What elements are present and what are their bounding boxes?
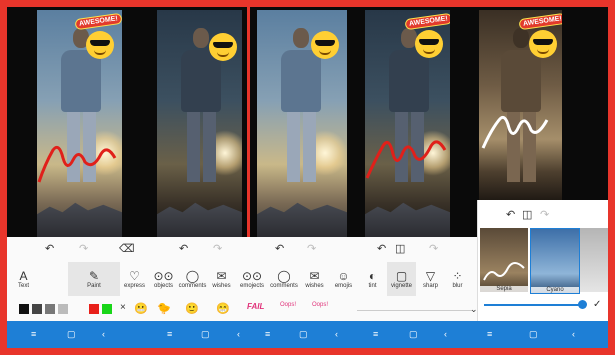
back-icon[interactable]: ‹ (444, 329, 447, 339)
grimace-emoji-sticker[interactable]: 😬 (134, 302, 148, 315)
screenshot-collage: AWESOME! AWESOME! AWESOME! ↶ ↷ ⌫ ↶ ↷ ↶ ↷… (7, 7, 608, 348)
back-icon[interactable]: ‹ (335, 329, 338, 339)
glasses-icon: ⊙⊙ (241, 269, 263, 283)
tool-row: A Text ✎ Paint ♡ express ⊙⊙ objects ◯ co… (7, 262, 470, 296)
color-swatch-lightgray[interactable] (58, 304, 68, 314)
clear-icon[interactable]: ⌫ (119, 242, 135, 255)
undo-icon[interactable]: ↶ (506, 208, 515, 221)
color-swatch-red[interactable] (89, 304, 99, 314)
color-swatch-darkgray[interactable] (32, 304, 42, 314)
redo-icon[interactable]: ↷ (307, 242, 316, 255)
tool-vignette[interactable]: ▢ vignette (387, 262, 416, 296)
chevron-down-icon[interactable]: ⌄ (470, 304, 478, 315)
close-icon[interactable]: × (120, 302, 126, 313)
tool-emojis[interactable]: ☺ emojis (329, 262, 358, 296)
tool-emojects[interactable]: ⊙⊙ emojects (236, 262, 268, 296)
home-icon[interactable]: ▢ (529, 329, 538, 340)
home-icon[interactable]: ▢ (409, 329, 418, 340)
filter-next[interactable] (580, 228, 608, 292)
android-nav-bar: ≡ ▢ ‹ ≡ ▢ ‹ ≡ ▢ ‹ ≡ ▢ ‹ ≡ ▢ ‹ (7, 321, 608, 348)
fail-text-sticker[interactable]: FAIL (247, 302, 264, 311)
tool-blur[interactable]: ⁘ blur (445, 262, 470, 296)
undo-icon[interactable]: ↶ (179, 242, 188, 255)
sunglasses-emoji-sticker[interactable] (311, 31, 339, 59)
card-icon: ✉ (309, 269, 320, 283)
sunglasses-emoji-sticker[interactable] (86, 31, 114, 59)
photo-panel-5-sepia: AWESOME! (479, 10, 562, 200)
undo-icon[interactable]: ↶ (275, 242, 284, 255)
home-icon[interactable]: ▢ (201, 329, 210, 340)
speech-bubble-icon: ◯ (185, 269, 200, 283)
redo-icon[interactable]: ↷ (79, 242, 88, 255)
sunglasses-emoji-sticker[interactable] (209, 33, 237, 61)
smiley-emoji-sticker[interactable]: 🙂 (185, 302, 199, 315)
back-icon[interactable]: ‹ (102, 329, 105, 339)
triangle-icon: ▽ (425, 269, 436, 283)
drop-icon: ◐ (368, 269, 377, 283)
compare-icon[interactable]: ◫ (522, 208, 532, 221)
home-icon[interactable]: ▢ (299, 329, 308, 340)
redo-icon[interactable]: ↷ (429, 242, 438, 255)
tool-paint[interactable]: ✎ Paint (68, 262, 120, 296)
paint-stroke (483, 262, 525, 281)
editor-toolbar: ↶ ↷ ⌫ ↶ ↷ ↶ ↷ ↶ ◫ ↷ A Text ✎ Paint ♡ exp… (7, 237, 477, 321)
color-swatch-gray[interactable] (45, 304, 55, 314)
duck-emoji-sticker[interactable]: 🐤 (157, 302, 171, 315)
oops-text-sticker[interactable]: Oops! (312, 302, 328, 308)
paint-stroke (365, 140, 447, 179)
color-swatch-black[interactable] (19, 304, 29, 314)
text-icon: A (19, 269, 28, 283)
check-icon[interactable]: ✓ (593, 299, 601, 310)
tool-comments[interactable]: ◯ comments (178, 262, 207, 296)
menu-icon[interactable]: ≡ (167, 329, 172, 339)
filter-sepia[interactable]: Sepia (480, 228, 528, 292)
paint-stroke (481, 115, 549, 149)
redo-icon[interactable]: ↷ (540, 208, 549, 221)
paint-stroke (37, 145, 117, 183)
glasses-icon: ⊙⊙ (153, 269, 174, 283)
filter-panel: ↶ ◫ ↷ Sepia Cyano ✓ (477, 200, 608, 321)
compare-icon[interactable]: ◫ (395, 242, 405, 255)
menu-icon[interactable]: ≡ (373, 329, 378, 339)
color-swatch-green[interactable] (102, 304, 112, 314)
intensity-slider[interactable] (484, 304, 584, 306)
slider-knob[interactable] (578, 300, 587, 309)
tool-comments[interactable]: ◯ comments (268, 262, 300, 296)
undo-icon[interactable]: ↶ (377, 242, 386, 255)
back-icon[interactable]: ‹ (237, 329, 240, 339)
slider-track[interactable] (357, 310, 472, 311)
frame-divider (247, 7, 250, 237)
photo-panel-4: AWESOME! (365, 10, 450, 237)
card-icon: ✉ (216, 269, 227, 283)
smiley-icon: ☺ (337, 269, 350, 283)
photo-panel-3 (257, 10, 347, 237)
tool-wishes[interactable]: ✉ wishes (207, 262, 236, 296)
tool-sharp[interactable]: ▽ sharp (416, 262, 445, 296)
oops-text-sticker[interactable]: Oops! (280, 302, 296, 308)
tool-wishes[interactable]: ✉ wishes (300, 262, 329, 296)
tool-express[interactable]: ♡ express (120, 262, 149, 296)
sunglasses-emoji-sticker[interactable] (529, 30, 557, 58)
redo-icon[interactable]: ↷ (213, 242, 222, 255)
undo-icon[interactable]: ↶ (45, 242, 54, 255)
speech-bubble-icon: ◯ (277, 269, 291, 283)
menu-icon[interactable]: ≡ (265, 329, 270, 339)
tool-objects[interactable]: ⊙⊙ objects (149, 262, 178, 296)
photo-panel-2 (157, 10, 242, 237)
sunglasses-emoji-sticker[interactable] (415, 30, 443, 58)
menu-icon[interactable]: ≡ (487, 329, 492, 339)
back-icon[interactable]: ‹ (572, 329, 575, 339)
filter-cyano[interactable]: Cyano (530, 228, 580, 294)
vignette-icon: ▢ (395, 269, 408, 283)
tool-tint[interactable]: ◐ tint (358, 262, 387, 296)
heart-icon: ♡ (129, 269, 140, 283)
tool-text[interactable]: A Text (7, 262, 40, 296)
brush-icon: ✎ (88, 269, 100, 283)
blur-icon: ⁘ (452, 269, 463, 283)
grin-emoji-sticker[interactable]: 😁 (216, 302, 230, 315)
home-icon[interactable]: ▢ (67, 329, 76, 340)
photo-panel-1: AWESOME! (37, 10, 122, 237)
menu-icon[interactable]: ≡ (31, 329, 36, 339)
